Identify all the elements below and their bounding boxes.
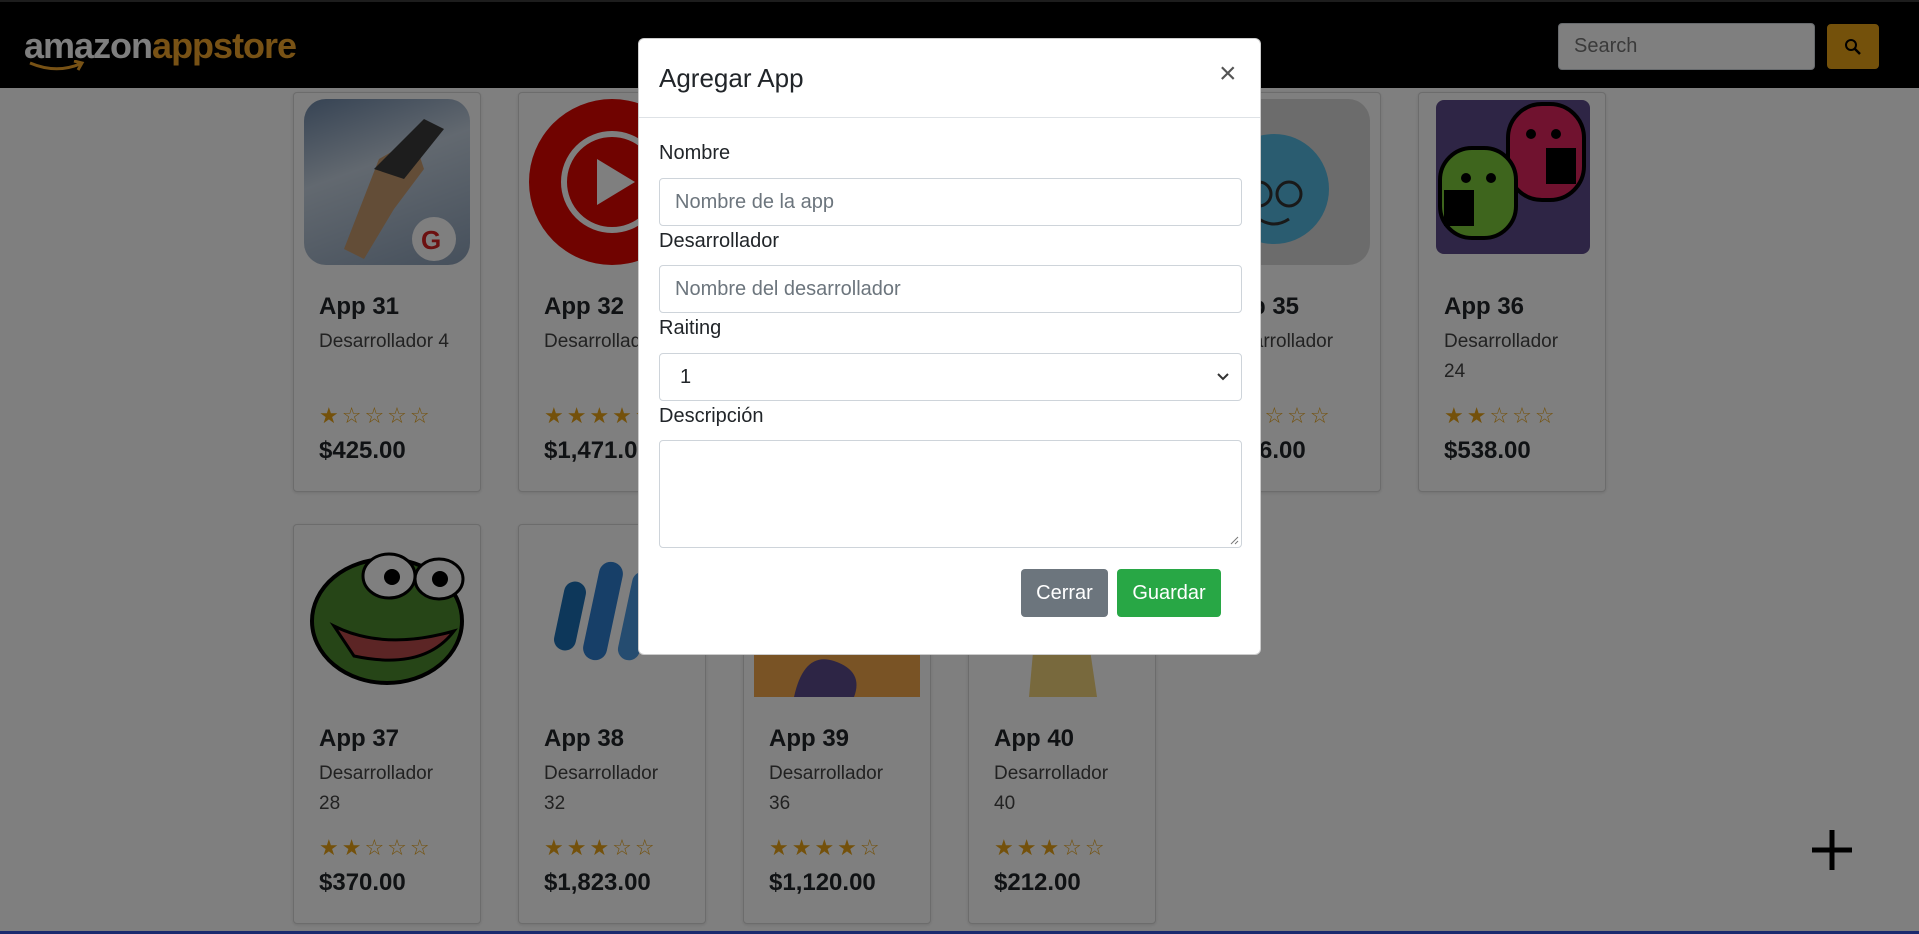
modal-header: Agregar App × <box>639 39 1260 118</box>
name-label: Nombre <box>659 142 731 164</box>
developer-input[interactable] <box>659 265 1242 313</box>
rating-label: Raiting <box>659 317 722 339</box>
rating-select[interactable]: 1 <box>659 353 1242 401</box>
rating-select-value: 1 <box>680 365 692 388</box>
chevron-down-icon <box>1217 373 1229 381</box>
developer-label: Desarrollador <box>659 230 780 252</box>
save-button[interactable]: Guardar <box>1117 569 1221 617</box>
add-app-modal: Agregar App × Nombre Desarrollador Raiti… <box>638 38 1261 655</box>
resize-grip-icon[interactable] <box>1229 535 1239 545</box>
description-textarea[interactable] <box>659 440 1242 548</box>
close-icon[interactable]: × <box>1219 59 1237 89</box>
name-input[interactable] <box>659 178 1242 226</box>
modal-title: Agregar App <box>659 63 804 93</box>
close-button[interactable]: Cerrar <box>1021 569 1108 617</box>
description-label: Descripción <box>659 405 764 427</box>
